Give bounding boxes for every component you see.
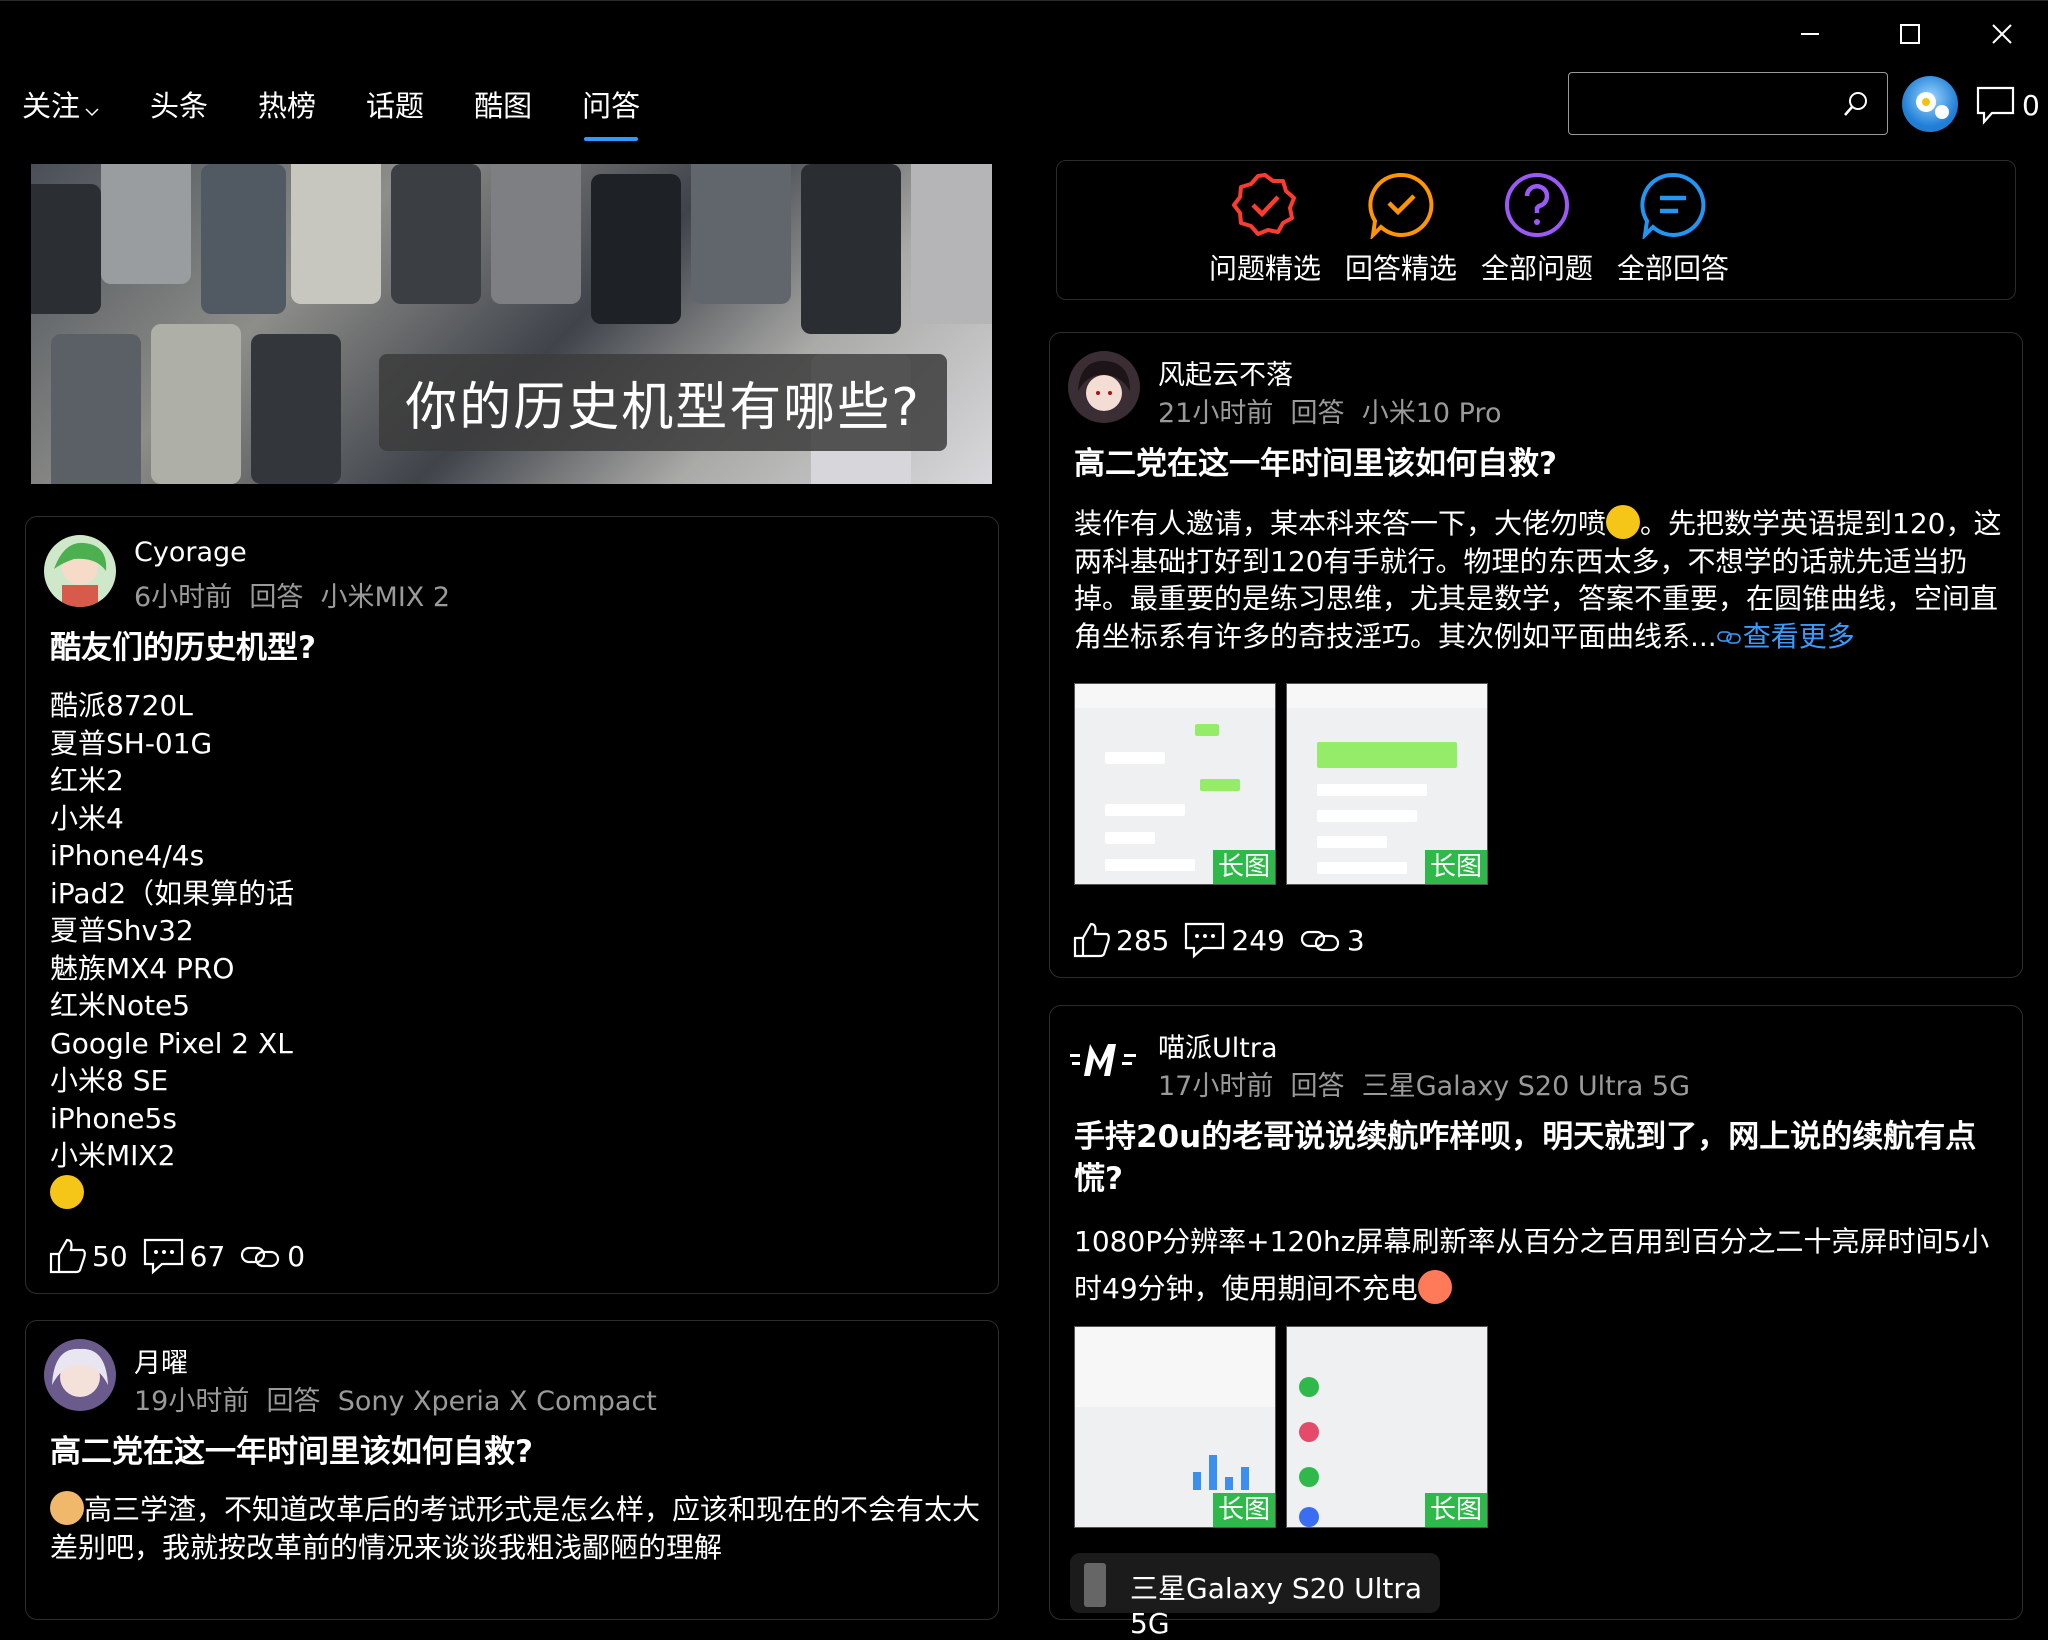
like-button[interactable]: 50: [48, 1237, 128, 1275]
user-avatar[interactable]: [1902, 76, 1958, 132]
avatar[interactable]: [44, 1339, 116, 1411]
device-tag-chip[interactable]: 三星Galaxy S20 Ultra 5G: [1070, 1553, 1440, 1640]
username[interactable]: 喵派Ultra: [1158, 1026, 1278, 1065]
maximize-button[interactable]: [1890, 14, 1930, 54]
username[interactable]: 风起云不落: [1158, 353, 1293, 392]
tab-cool-pics[interactable]: 酷图: [474, 86, 532, 134]
action-bar: 285 249 3: [1072, 921, 1379, 959]
tab-follow[interactable]: 关注: [22, 86, 100, 134]
post-meta: 21小时前 回答 小米10 Pro: [1158, 398, 1502, 429]
avatar[interactable]: [1068, 1024, 1140, 1096]
chevron-down-icon: [84, 88, 100, 128]
long-image-badge: 长图: [1212, 850, 1275, 884]
topic-banner[interactable]: 你的历史机型有哪些?: [31, 164, 992, 484]
answer-card[interactable]: 风起云不落 21小时前 回答 小米10 Pro 高二党在这一年时间里该如何自救?…: [1049, 332, 2023, 978]
question-title[interactable]: 高二党在这一年时间里该如何自救?: [50, 1431, 533, 1473]
username[interactable]: 月曜: [134, 1341, 188, 1380]
answer-card[interactable]: 月曜 19小时前 回答 Sony Xperia X Compact 高二党在这一…: [25, 1320, 999, 1620]
answer-body: 1080P分辨率+120hz屏幕刷新率从百分之百用到百分之二十亮屏时间5小时49…: [1074, 1225, 1990, 1305]
chat-bubble-icon: [1976, 86, 2015, 125]
search-icon[interactable]: [1841, 89, 1871, 123]
post-meta: 17小时前 回答 三星Galaxy S20 Ultra 5G: [1158, 1071, 1691, 1102]
sunglasses-emoji-icon: [1606, 505, 1641, 539]
answer-bubble-icon: [1640, 172, 1706, 241]
close-button[interactable]: [1982, 14, 2022, 54]
answer-body: 装作有人邀请，某本科来答一下，大佬勿喷 。先把数学英语提到120，这两科基础打好到…: [1074, 505, 2002, 653]
like-button[interactable]: 285: [1072, 921, 1169, 959]
minimize-icon: [1801, 33, 1819, 35]
question-title[interactable]: 手持20u的老哥说说续航咋样呗，明天就到了，网上说的续航有点慌?: [1074, 1116, 2004, 1200]
answer-card[interactable]: Cyorage 6小时前 回答 小米MIX 2 酷友们的历史机型? 酷派8720…: [25, 516, 999, 1294]
share-button[interactable]: 3: [1299, 924, 1365, 957]
link-icon: [1300, 930, 1340, 952]
post-meta: 6小时前 回答 小米MIX 2: [134, 582, 451, 613]
thumbs-up-icon: [49, 1238, 86, 1274]
long-image-badge: 长图: [1424, 1493, 1487, 1527]
question-title[interactable]: 高二党在这一年时间里该如何自救?: [1074, 443, 1557, 485]
category-all-questions[interactable]: 全部问题: [1477, 171, 1597, 287]
messages-button[interactable]: [1975, 84, 2017, 130]
screenshot-thumbnail[interactable]: 长图: [1074, 683, 1276, 885]
comment-icon: [143, 1238, 183, 1275]
screenshot-thumbnail[interactable]: 长图: [1286, 1326, 1488, 1528]
tab-hot[interactable]: 热榜: [258, 86, 316, 134]
comment-button[interactable]: 249: [1183, 921, 1285, 959]
qa-category-bar: 问题精选 回答精选 全部问题 全部回答: [1056, 160, 2016, 300]
banner-caption: 你的历史机型有哪些?: [379, 354, 947, 451]
screenshot-thumbnail[interactable]: 长图: [1074, 1326, 1276, 1528]
cat-emoji-icon: [50, 1491, 84, 1525]
title-bar-border: [0, 0, 2048, 1]
long-image-badge: 长图: [1212, 1493, 1275, 1527]
message-count: 0: [2022, 89, 2040, 122]
top-nav: 关注 头条 热榜 话题 酷图 问答: [22, 86, 690, 141]
question-mark-icon: [1505, 173, 1569, 237]
featured-answer-icon: [1368, 172, 1434, 241]
featured-question-icon: [1232, 173, 1296, 236]
comment-icon: [1185, 922, 1225, 959]
thumbs-up-icon: [1073, 922, 1110, 958]
share-button[interactable]: 0: [239, 1240, 305, 1273]
drooling-emoji-icon: [1417, 1270, 1452, 1304]
phone-icon: [1084, 1563, 1106, 1607]
screenshot-thumbnail[interactable]: 长图: [1286, 683, 1488, 885]
read-more-link[interactable]: 查看更多: [1716, 620, 1855, 653]
link-icon: [1716, 630, 1741, 644]
link-icon: [241, 1246, 280, 1268]
avatar[interactable]: [44, 535, 116, 607]
action-bar: 50 67 0: [48, 1237, 319, 1275]
category-featured-answers[interactable]: 回答精选: [1341, 171, 1461, 287]
laughing-emoji-icon: [50, 1174, 84, 1209]
comment-button[interactable]: 67: [142, 1237, 225, 1275]
category-featured-questions[interactable]: 问题精选: [1205, 171, 1325, 287]
close-icon: [1992, 24, 2012, 44]
tab-qa[interactable]: 问答: [582, 86, 640, 141]
maximize-icon: [1900, 24, 1920, 44]
post-meta: 19小时前 回答 Sony Xperia X Compact: [134, 1386, 657, 1417]
search-input[interactable]: [1568, 72, 1888, 135]
answer-card[interactable]: 喵派Ultra 17小时前 回答 三星Galaxy S20 Ultra 5G 手…: [1049, 1005, 2023, 1620]
long-image-badge: 长图: [1424, 850, 1487, 884]
question-title[interactable]: 酷友们的历史机型?: [50, 627, 316, 669]
username[interactable]: Cyorage: [134, 537, 247, 568]
minimize-button[interactable]: [1790, 14, 1830, 54]
tab-headlines[interactable]: 头条: [150, 86, 208, 134]
answer-body: 酷派8720L 夏普SH-01G 红米2 小米4 iPhone4/4s iPad…: [50, 687, 294, 1212]
answer-body: 高三学渣，不知道改革后的考试形式是怎么样，应该和现在的不会有太大差别吧，我就按改…: [50, 1491, 981, 1564]
avatar[interactable]: [1068, 351, 1140, 423]
tab-topics[interactable]: 话题: [366, 86, 424, 134]
category-all-answers[interactable]: 全部回答: [1613, 171, 1733, 287]
